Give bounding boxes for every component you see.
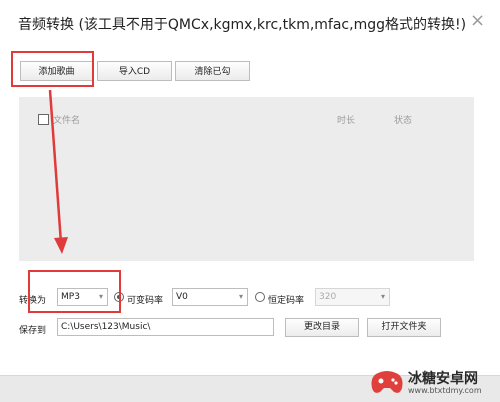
annotation-arrow [48,89,68,254]
watermark-name: 冰糖安卓网 [408,371,478,387]
watermark-url: www.btxtdmy.com [408,386,482,395]
game-controller-icon [371,371,403,393]
watermark-logo: 冰糖安卓网 www.btxtdmy.com [368,366,496,400]
